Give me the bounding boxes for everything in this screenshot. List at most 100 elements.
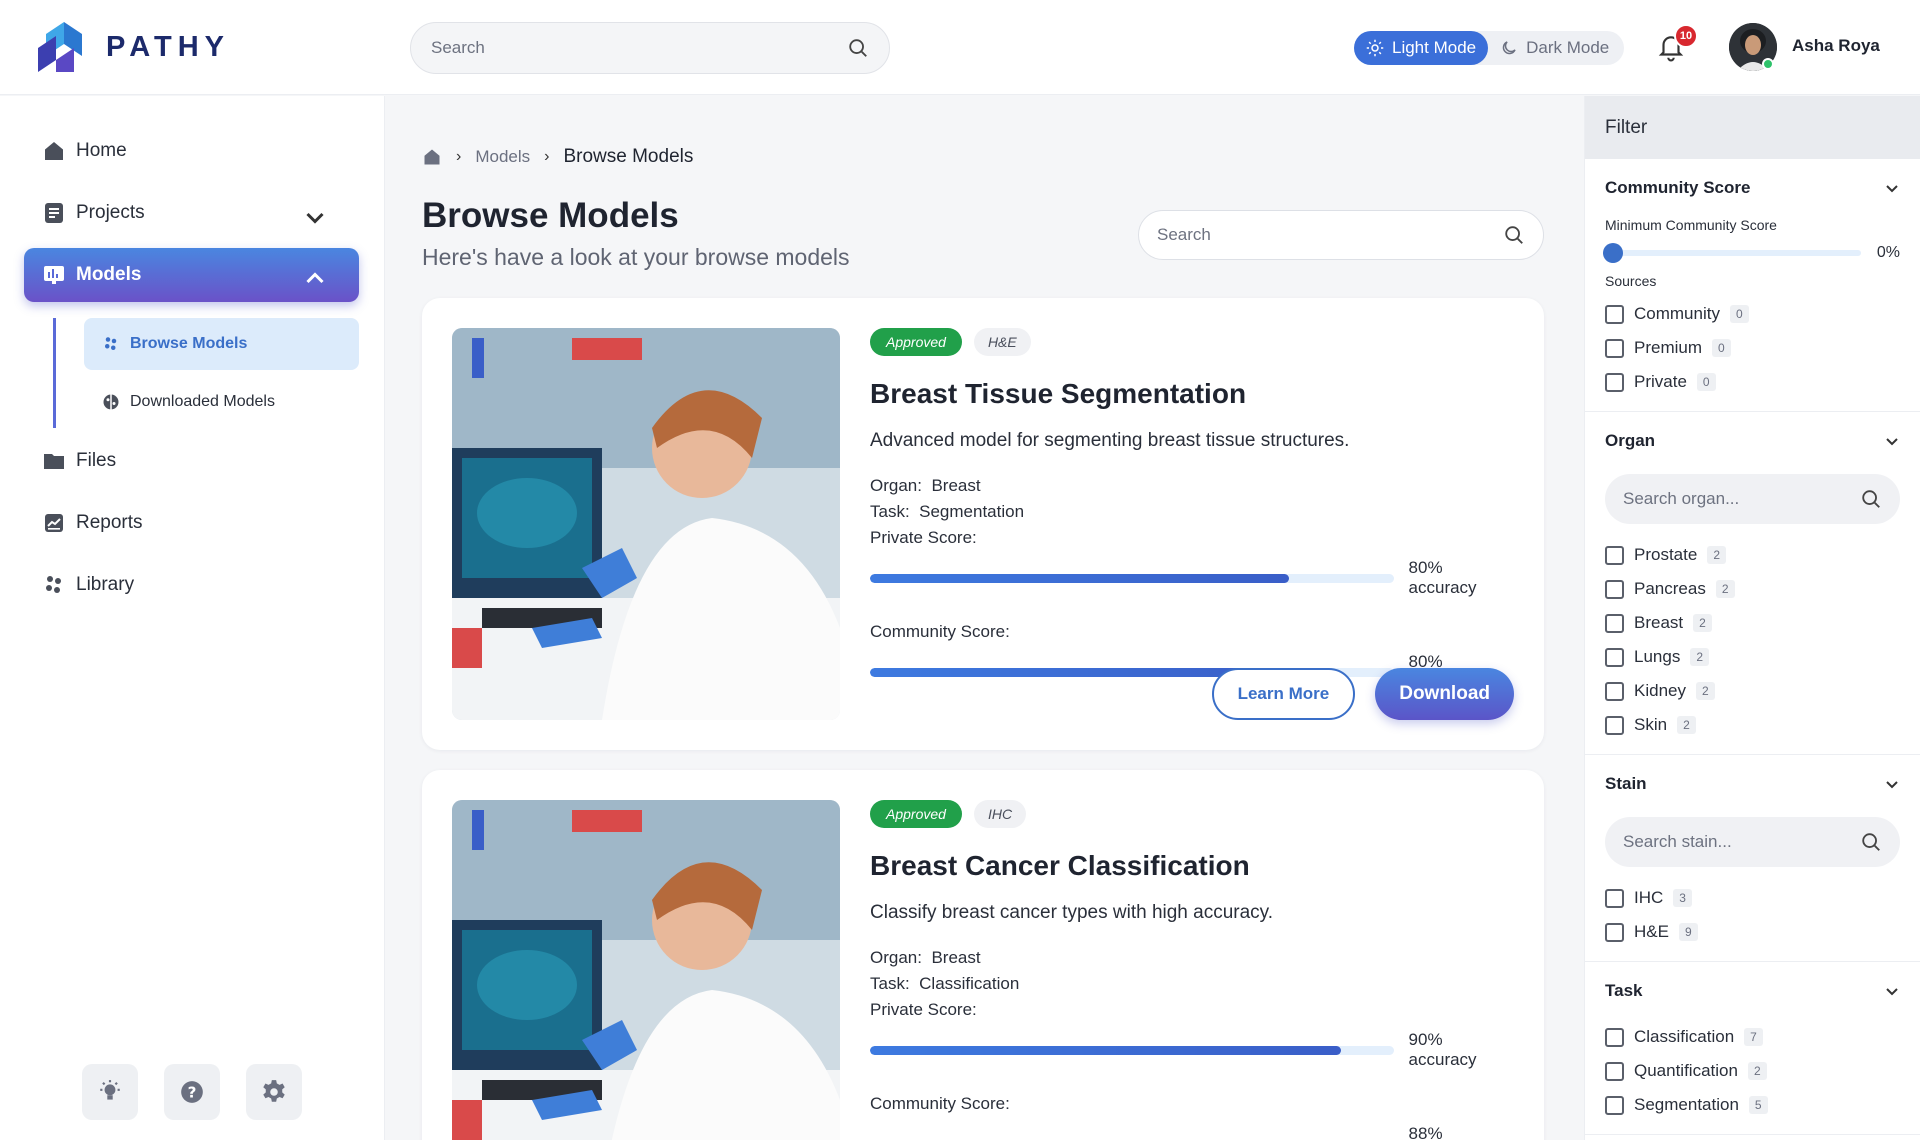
global-search[interactable]	[410, 22, 890, 74]
filter-option-he[interactable]: H&E 9	[1605, 915, 1900, 949]
option-label: Pancreas	[1634, 579, 1706, 598]
model-title[interactable]: Breast Cancer Classification	[870, 850, 1514, 882]
search-icon[interactable]	[847, 37, 869, 59]
checkbox[interactable]	[1605, 922, 1624, 942]
chevron-down-icon[interactable]	[303, 205, 327, 229]
search-icon[interactable]	[1503, 224, 1525, 246]
community-score-text: 88% accuracy	[1408, 1124, 1443, 1140]
dark-mode-button[interactable]: Dark Mode	[1488, 31, 1621, 65]
filter-section-toggle[interactable]: Stain	[1605, 755, 1900, 813]
filter-option-classification[interactable]: Classification 7	[1605, 1020, 1900, 1054]
chevron-up-icon[interactable]	[303, 267, 327, 291]
filter-option-segmentation[interactable]: Segmentation 5	[1605, 1088, 1900, 1122]
checkbox[interactable]	[1605, 338, 1624, 358]
filter-section-toggle[interactable]: Community Score	[1605, 159, 1900, 217]
option-label: Premium	[1634, 338, 1703, 357]
filter-option-breast[interactable]: Breast 2	[1605, 606, 1900, 640]
checkbox[interactable]	[1605, 1095, 1624, 1115]
filter-option-prostate[interactable]: Prostate 2	[1605, 538, 1900, 572]
sidebar-tools: ?	[82, 1064, 302, 1120]
filter-title: Filter	[1585, 96, 1920, 159]
filter-option-kidney[interactable]: Kidney 2	[1605, 674, 1900, 708]
breadcrumb-item[interactable]: Models	[475, 147, 530, 167]
moon-icon	[1502, 41, 1516, 55]
option-count: 0	[1712, 339, 1731, 357]
filter-section-toggle[interactable]: Organ	[1605, 412, 1900, 470]
stain-search-input[interactable]	[1623, 832, 1860, 852]
checkbox[interactable]	[1605, 613, 1624, 633]
logo[interactable]: PATHY	[36, 22, 230, 72]
sidebar-subitem-label: Downloaded Models	[130, 393, 275, 410]
option-count: 2	[1707, 546, 1726, 564]
dark-mode-label: Dark Mode	[1526, 38, 1610, 57]
min-score-slider[interactable]	[1603, 243, 1861, 263]
filter-option-quantification[interactable]: Quantification 2	[1605, 1054, 1900, 1088]
slider-thumb[interactable]	[1603, 243, 1623, 263]
option-count: 3	[1673, 889, 1692, 907]
filter-option-premium[interactable]: Premium 0	[1605, 331, 1900, 365]
checkbox[interactable]	[1605, 579, 1624, 599]
checkbox[interactable]	[1605, 1027, 1624, 1047]
sidebar-item-reports[interactable]: Reports	[24, 496, 359, 550]
option-count: 7	[1744, 1028, 1763, 1046]
sidebar-item-home[interactable]: Home	[24, 124, 359, 178]
global-search-input[interactable]	[431, 38, 847, 58]
organ-search[interactable]	[1605, 474, 1900, 524]
checkbox[interactable]	[1605, 304, 1624, 324]
filter-section-toggle[interactable]: Task	[1605, 962, 1900, 1020]
chevron-down-icon[interactable]	[1884, 180, 1900, 196]
chevron-down-icon[interactable]	[1884, 433, 1900, 449]
sidebar-item-projects[interactable]: Projects	[24, 186, 359, 240]
organ-search-input[interactable]	[1623, 489, 1860, 509]
learn-more-button[interactable]: Learn More	[1211, 668, 1356, 720]
checkbox[interactable]	[1605, 681, 1624, 701]
help-button[interactable]: ?	[164, 1064, 220, 1120]
user-name[interactable]: Asha Roya	[1792, 36, 1880, 56]
model-organ: Organ: Breast	[870, 476, 1514, 496]
filter-option-ihc[interactable]: IHC 3	[1605, 881, 1900, 915]
filter-section-title: Stain	[1605, 774, 1647, 793]
option-label: Skin	[1634, 715, 1668, 734]
sidebar-item-models[interactable]: Models	[24, 248, 359, 302]
models-search[interactable]	[1138, 210, 1544, 260]
download-button[interactable]: Download	[1375, 668, 1514, 720]
stain-search[interactable]	[1605, 817, 1900, 867]
checkbox[interactable]	[1605, 1061, 1624, 1081]
light-mode-button[interactable]: Light Mode	[1354, 31, 1489, 65]
sidebar-subitem-downloaded-models[interactable]: Downloaded Models	[84, 376, 359, 428]
models-search-input[interactable]	[1157, 225, 1503, 245]
chevron-down-icon[interactable]	[1884, 776, 1900, 792]
sidebar-item-files[interactable]: Files	[24, 434, 359, 488]
light-mode-label: Light Mode	[1392, 38, 1477, 57]
online-status-dot	[1762, 58, 1774, 70]
option-count: 2	[1695, 682, 1715, 700]
filter-option-skin[interactable]: Skin 2	[1605, 708, 1900, 742]
checkbox[interactable]	[1605, 372, 1624, 392]
organ-label: Organ:	[870, 476, 922, 495]
filter-option-community[interactable]: Community 0	[1605, 297, 1900, 331]
sidebar-item-label: Library	[76, 574, 135, 595]
sidebar-subitem-browse-models[interactable]: Browse Models	[84, 318, 359, 370]
checkbox[interactable]	[1605, 647, 1624, 667]
filter-section-organ: Organ Prostate2 Pancreas2 Breast2 Lungs2…	[1585, 412, 1920, 755]
settings-button[interactable]	[246, 1064, 302, 1120]
checkbox[interactable]	[1605, 715, 1624, 735]
checkbox[interactable]	[1605, 545, 1624, 565]
filter-option-lungs[interactable]: Lungs 2	[1605, 640, 1900, 674]
home-icon[interactable]	[422, 147, 442, 167]
min-score-slider-row: 0%	[1603, 233, 1900, 273]
sidebar-item-library[interactable]: Library	[24, 558, 359, 612]
filter-option-private[interactable]: Private 0	[1605, 365, 1900, 399]
svg-text:?: ?	[188, 1083, 197, 1101]
filter-option-pancreas[interactable]: Pancreas 2	[1605, 572, 1900, 606]
organ-value: Breast	[931, 476, 981, 495]
model-title[interactable]: Breast Tissue Segmentation	[870, 378, 1514, 410]
chevron-down-icon[interactable]	[1884, 983, 1900, 999]
option-label: H&E	[1634, 922, 1669, 941]
checkbox[interactable]	[1605, 888, 1624, 908]
sidebar-item-label: Reports	[76, 512, 143, 533]
tips-button[interactable]	[82, 1064, 138, 1120]
search-icon[interactable]	[1860, 488, 1882, 510]
search-icon[interactable]	[1860, 831, 1882, 853]
private-score-fill	[870, 573, 1289, 583]
